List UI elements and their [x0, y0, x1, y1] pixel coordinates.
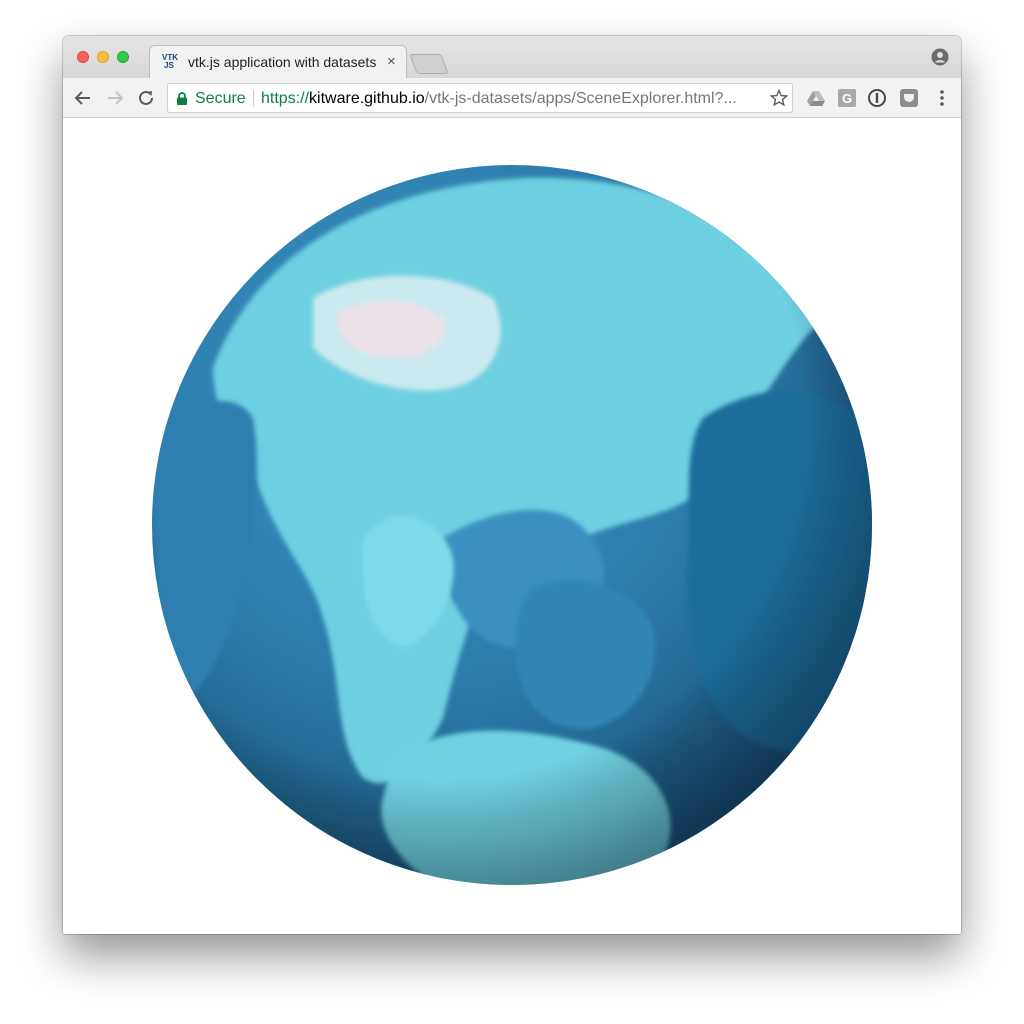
url-scheme: https:// — [261, 90, 310, 107]
svg-text:G: G — [842, 91, 852, 106]
vtk-logo-icon: VTK JS — [162, 53, 178, 70]
url-text[interactable]: https://kitware.github.io/vtk-js-dataset… — [261, 90, 766, 108]
reload-icon[interactable] — [135, 87, 157, 109]
user-account-icon[interactable] — [931, 48, 949, 66]
zoom-window-button[interactable] — [117, 51, 129, 63]
tab-title: vtk.js application with datasets — [188, 54, 377, 70]
address-separator — [253, 90, 254, 107]
tab-active[interactable]: VTK JS vtk.js application with datasets … — [149, 45, 407, 78]
google-translate-icon[interactable]: G — [837, 88, 857, 108]
minimize-window-button[interactable] — [97, 51, 109, 63]
secure-label: Secure — [195, 90, 246, 107]
close-window-button[interactable] — [77, 51, 89, 63]
address-bar[interactable]: Secure https://kitware.github.io/vtk-js-… — [167, 83, 793, 113]
lock-icon — [177, 92, 187, 105]
tab-close-icon[interactable]: × — [387, 53, 396, 70]
browser-toolbar: Secure https://kitware.github.io/vtk-js-… — [63, 78, 961, 118]
password-manager-icon[interactable] — [867, 88, 887, 108]
star-icon[interactable] — [770, 89, 788, 107]
earth-globe-render[interactable] — [63, 118, 961, 934]
render-viewport[interactable] — [63, 118, 961, 934]
new-tab-button[interactable] — [409, 54, 449, 74]
browser-window: VTK JS vtk.js application with datasets … — [63, 36, 961, 934]
arrow-left-icon[interactable] — [72, 87, 94, 109]
google-drive-icon[interactable] — [806, 88, 826, 108]
url-path: /vtk-js-datasets/apps/SceneExplorer.html… — [424, 90, 737, 107]
title-bar: VTK JS vtk.js application with datasets … — [63, 36, 961, 78]
url-host: kitware.github.io — [309, 90, 425, 107]
pocket-icon[interactable] — [899, 88, 919, 108]
arrow-right-icon[interactable] — [104, 87, 126, 109]
more-vertical-icon[interactable] — [932, 88, 952, 108]
globe-shading — [152, 165, 872, 885]
